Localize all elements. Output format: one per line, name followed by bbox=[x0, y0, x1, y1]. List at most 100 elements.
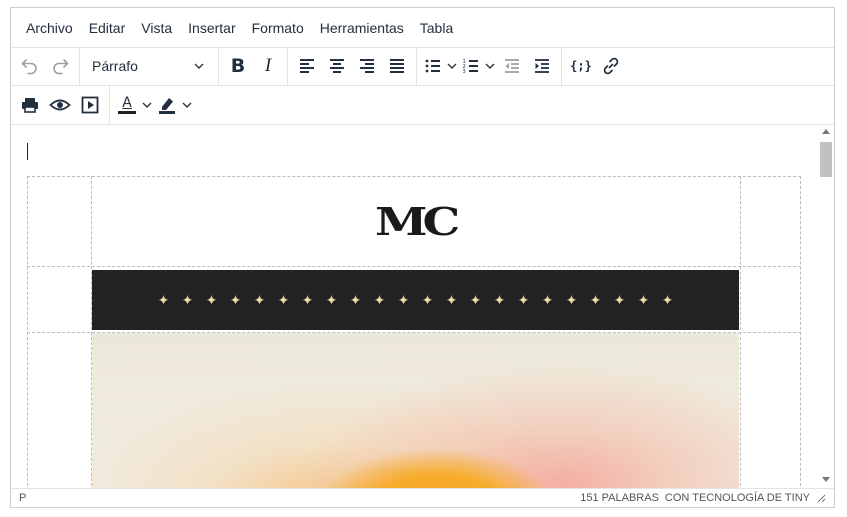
align-left-button[interactable] bbox=[292, 51, 322, 81]
code-sample-button[interactable]: {;} bbox=[566, 51, 596, 81]
menubar: Archivo Editar Vista Insertar Formato He… bbox=[11, 8, 834, 48]
star-ornament: ✦ bbox=[541, 292, 554, 308]
preview-icon bbox=[49, 99, 71, 111]
print-button[interactable] bbox=[15, 90, 45, 120]
star-ornament: ✦ bbox=[301, 292, 314, 308]
print-icon bbox=[22, 98, 38, 113]
scrollbar-thumb[interactable] bbox=[820, 142, 832, 177]
star-ornament: ✦ bbox=[589, 292, 602, 308]
statusbar: P 151 PALABRAS CON TECNOLOGÍA DE TINY bbox=[11, 488, 834, 507]
resize-handle-icon[interactable] bbox=[816, 493, 826, 503]
history-group bbox=[11, 47, 80, 85]
menu-editar[interactable]: Editar bbox=[81, 13, 134, 43]
menu-formato[interactable]: Formato bbox=[244, 13, 312, 43]
star-ornament: ✦ bbox=[613, 292, 626, 308]
menu-vista[interactable]: Vista bbox=[133, 13, 180, 43]
text-color-swatch bbox=[118, 111, 136, 114]
chevron-down-icon bbox=[192, 59, 206, 73]
star-ornament: ✦ bbox=[517, 292, 530, 308]
italic-button[interactable]: I bbox=[253, 51, 283, 81]
editor-scrollbar[interactable] bbox=[818, 125, 834, 488]
block-format-value: Párrafo bbox=[92, 58, 138, 74]
block-format-select[interactable]: Párrafo bbox=[84, 51, 214, 81]
logo-cell: MC bbox=[91, 176, 740, 266]
star-ornament: ✦ bbox=[325, 292, 338, 308]
color-group: A bbox=[110, 86, 198, 124]
svg-text:3: 3 bbox=[463, 69, 466, 75]
star-ornament: ✦ bbox=[469, 292, 482, 308]
star-ornament: ✦ bbox=[493, 292, 506, 308]
highlight-chevron-down-icon[interactable] bbox=[180, 98, 194, 112]
rich-text-editor: Archivo Editar Vista Insertar Formato He… bbox=[10, 7, 835, 508]
table-row-divider-1 bbox=[27, 266, 801, 267]
word-count[interactable]: 151 PALABRAS bbox=[580, 492, 659, 504]
link-icon bbox=[603, 57, 619, 75]
bold-icon: B bbox=[230, 55, 246, 77]
align-left-icon bbox=[300, 59, 314, 73]
align-center-button[interactable] bbox=[322, 51, 352, 81]
bullet-list-icon bbox=[425, 59, 440, 73]
undo-button[interactable] bbox=[15, 51, 45, 81]
scroll-down-arrow-icon[interactable] bbox=[822, 477, 830, 482]
indent-icon bbox=[535, 59, 549, 73]
scroll-up-arrow-icon[interactable] bbox=[822, 129, 830, 134]
redo-icon bbox=[53, 59, 69, 75]
toolbar-primary: Párrafo B I 1 2 3 {;} bbox=[11, 47, 834, 86]
italic-icon: I bbox=[264, 55, 272, 76]
block-format-group: Párrafo bbox=[80, 47, 219, 85]
brand-logo: MC bbox=[375, 198, 460, 244]
star-ornament: ✦ bbox=[661, 292, 674, 308]
code-sample-icon: {;} bbox=[570, 59, 592, 73]
numbered-list-chevron-down-icon[interactable] bbox=[483, 59, 497, 73]
menu-insertar[interactable]: Insertar bbox=[180, 13, 243, 43]
indent-button[interactable] bbox=[527, 51, 557, 81]
star-ornament: ✦ bbox=[349, 292, 362, 308]
align-right-icon bbox=[360, 59, 374, 73]
branding-link[interactable]: CON TECNOLOGÍA DE TINY bbox=[665, 492, 810, 504]
star-ornament: ✦ bbox=[397, 292, 410, 308]
align-justify-button[interactable] bbox=[382, 51, 412, 81]
menu-tabla[interactable]: Tabla bbox=[412, 13, 461, 43]
element-path[interactable]: P bbox=[19, 492, 26, 504]
undo-icon bbox=[21, 59, 37, 75]
list-group: 123 bbox=[417, 47, 562, 85]
preview-button[interactable] bbox=[45, 90, 75, 120]
text-color-icon: A bbox=[122, 95, 132, 111]
numbered-list-button[interactable]: 123 bbox=[459, 51, 483, 81]
star-ornament: ✦ bbox=[157, 292, 170, 308]
star-ornament: ✦ bbox=[421, 292, 434, 308]
star-ornament: ✦ bbox=[229, 292, 242, 308]
align-right-button[interactable] bbox=[352, 51, 382, 81]
text-color-button[interactable]: A bbox=[114, 90, 140, 120]
view-group bbox=[11, 86, 110, 124]
star-ornament: ✦ bbox=[637, 292, 650, 308]
star-ornament: ✦ bbox=[373, 292, 386, 308]
star-band: ✦ ✦ ✦ ✦ ✦ ✦ ✦ ✦ ✦ ✦ ✦ ✦ ✦ ✦ ✦ ✦ ✦ ✦ ✦ ✦ ✦ ✦ bbox=[92, 270, 739, 330]
outdent-button[interactable] bbox=[497, 51, 527, 81]
menu-herramientas[interactable]: Herramientas bbox=[312, 13, 412, 43]
alignment-group bbox=[288, 47, 417, 85]
star-ornament: ✦ bbox=[253, 292, 266, 308]
star-ornament: ✦ bbox=[445, 292, 458, 308]
bullet-list-chevron-down-icon[interactable] bbox=[445, 59, 459, 73]
hero-image bbox=[92, 333, 739, 488]
star-ornament: ✦ bbox=[277, 292, 290, 308]
star-ornament: ✦ bbox=[565, 292, 578, 308]
outdent-icon bbox=[505, 59, 519, 73]
editor-content[interactable]: MC ✦ ✦ ✦ ✦ ✦ ✦ ✦ ✦ ✦ ✦ ✦ ✦ ✦ ✦ ✦ ✦ ✦ ✦ ✦ ✦ ✦ ✦ bbox=[11, 125, 818, 488]
media-icon bbox=[81, 96, 99, 114]
star-ornament: ✦ bbox=[205, 292, 218, 308]
link-button[interactable] bbox=[596, 51, 626, 81]
text-style-group: B I bbox=[219, 47, 288, 85]
highlight-color-icon bbox=[159, 98, 175, 114]
redo-button[interactable] bbox=[45, 51, 75, 81]
align-justify-icon bbox=[390, 59, 404, 73]
menu-archivo[interactable]: Archivo bbox=[18, 13, 81, 43]
media-button[interactable] bbox=[75, 90, 105, 120]
bold-button[interactable]: B bbox=[223, 51, 253, 81]
numbered-list-icon: 123 bbox=[463, 59, 478, 75]
toolbar-secondary: A bbox=[11, 86, 834, 125]
highlight-color-button[interactable] bbox=[154, 90, 180, 120]
text-color-chevron-down-icon[interactable] bbox=[140, 98, 154, 112]
bullet-list-button[interactable] bbox=[421, 51, 445, 81]
